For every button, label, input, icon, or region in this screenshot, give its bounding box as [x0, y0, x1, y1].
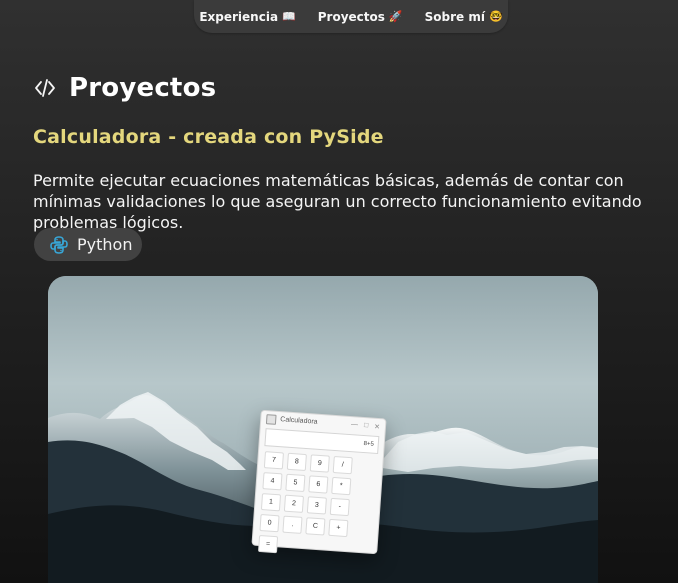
maximize-icon: □	[363, 421, 369, 429]
technology-label: Python	[77, 235, 133, 254]
calculator-key-clear: C	[305, 517, 326, 536]
calculator-key-0: 0	[259, 514, 280, 533]
project-title: Calculadora - creada con PySide	[33, 126, 384, 148]
calculator-key-4: 4	[262, 472, 283, 491]
code-icon	[35, 79, 55, 97]
calculator-title: Calculadora	[280, 416, 318, 426]
minimize-icon: —	[350, 420, 359, 429]
calculator-key-1: 1	[260, 493, 282, 512]
book-icon: 📖	[282, 10, 296, 23]
calculator-key-3: 3	[306, 496, 327, 515]
calculator-key-equals: =	[257, 534, 279, 554]
nerd-face-icon: 🤓	[488, 10, 503, 23]
calculator-key-7: 7	[263, 451, 284, 470]
project-description: Permite ejecutar ecuaciones matemáticas …	[33, 171, 642, 232]
nav-item-proyectos[interactable]: Proyectos 🚀	[318, 10, 403, 24]
nav-item-label: Experiencia	[199, 9, 279, 24]
calculator-key-2: 2	[283, 494, 304, 513]
close-icon: ✕	[373, 423, 381, 431]
page-title: Proyectos	[69, 73, 217, 103]
calculator-key-8: 8	[286, 452, 307, 472]
calculator-title-group: Calculadora	[265, 413, 318, 428]
calculator-key-divide: /	[332, 455, 353, 475]
calculator-icon	[265, 413, 277, 425]
calculator-key-5: 5	[285, 473, 306, 492]
nav-item-experiencia[interactable]: Experiencia 📖	[199, 10, 295, 24]
nav-item-label: Proyectos	[317, 9, 385, 24]
calculator-key-9: 9	[309, 454, 330, 473]
project-preview-image: Calculadora — □ ✕ 8 +5 7 8 9 / 4 5 6 * 1 …	[48, 276, 598, 583]
technology-badge-python: Python	[34, 228, 143, 261]
calculator-window: Calculadora — □ ✕ 8+5 7 8 9 / 4 5 6 * 1 …	[251, 409, 387, 555]
calculator-keypad: 7 8 9 / 4 5 6 * 1 2 3 - 0 . C + =	[252, 451, 383, 560]
calculator-key-6: 6	[308, 475, 329, 494]
calculator-key-plus: +	[328, 518, 349, 538]
calculator-key-multiply: *	[331, 476, 352, 496]
calculator-key-decimal: .	[282, 515, 303, 534]
section-title: Proyectos	[33, 73, 216, 103]
top-navigation: Experiencia 📖 Proyectos 🚀 Sobre mí 🤓	[194, 0, 508, 33]
python-icon	[50, 235, 68, 254]
rocket-icon: 🚀	[388, 10, 403, 23]
nav-item-sobre-mi[interactable]: Sobre mí 🤓	[425, 10, 503, 24]
window-controls: — □ ✕	[351, 421, 381, 431]
calculator-key-minus: -	[329, 497, 350, 517]
nav-item-label: Sobre mí	[424, 9, 485, 24]
